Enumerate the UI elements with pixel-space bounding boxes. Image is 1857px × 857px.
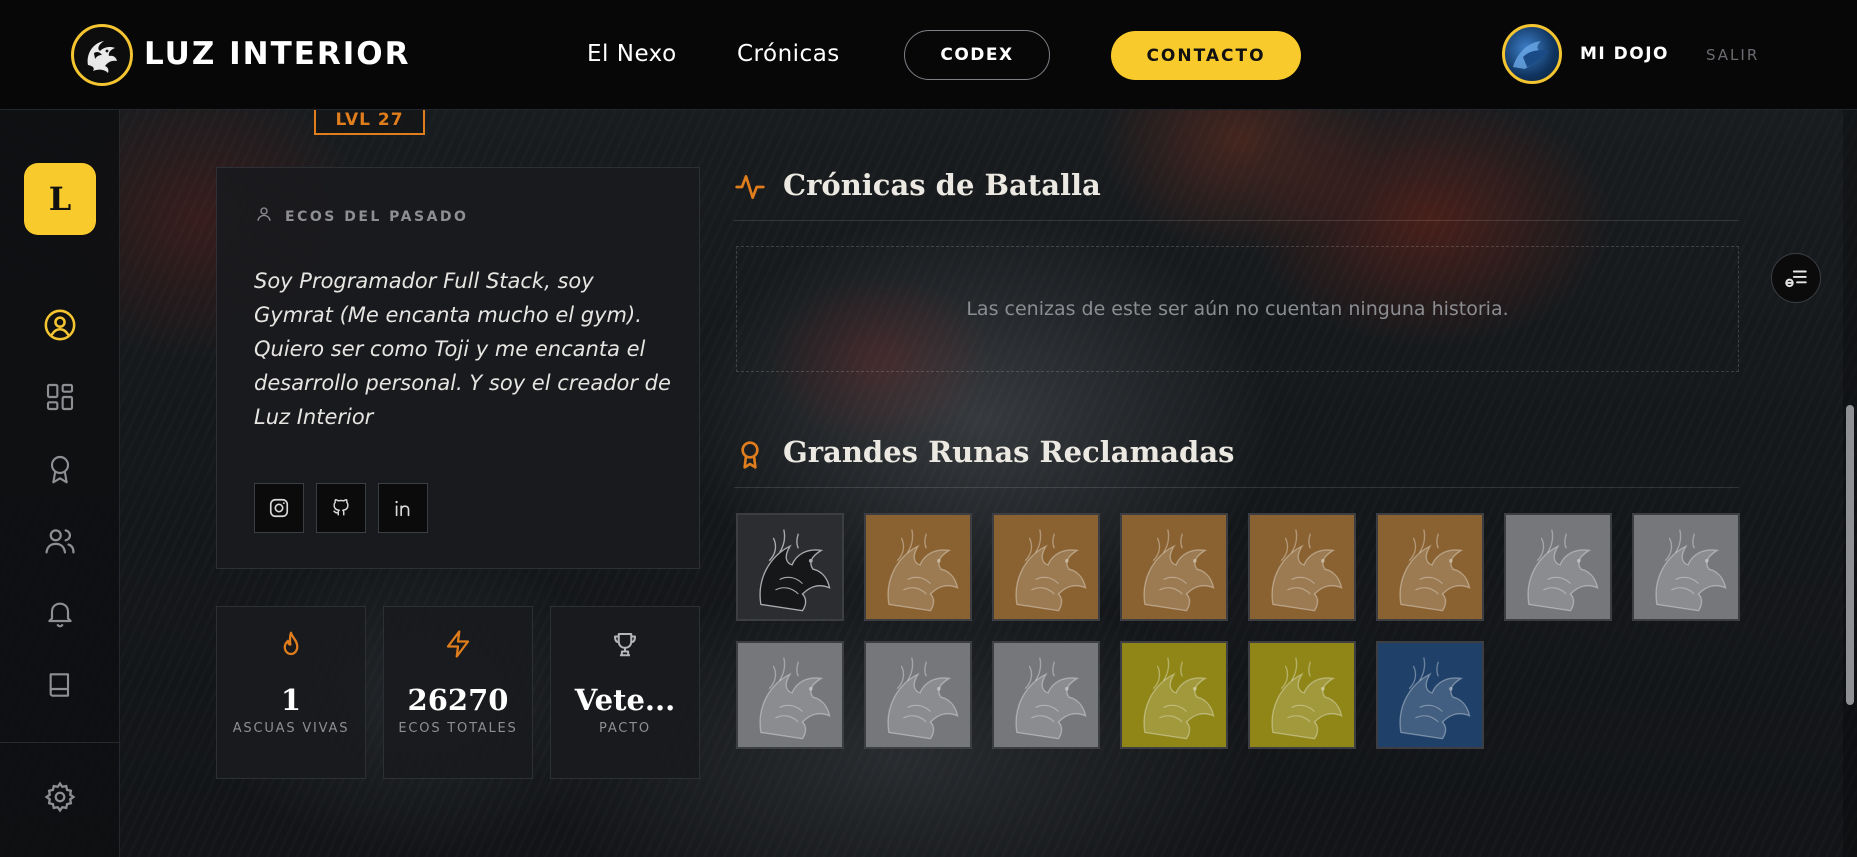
rune-badge-sapphire[interactable] [1376,641,1484,749]
stat-label: ECOS TOTALES [398,721,518,736]
rune-badge-bronze[interactable] [864,513,972,621]
stat-card-embers: 1 ASCUAS VIVAS [216,606,366,779]
stat-label: PACTO [599,721,651,736]
rune-badge-silver[interactable] [864,641,972,749]
rune-badge-gold[interactable] [1248,641,1356,749]
codex-button[interactable]: CODEX [904,30,1050,80]
filter-list-icon[interactable] [1771,253,1821,303]
rune-badge-silver[interactable] [1504,513,1612,621]
dragon-rune-icon [994,643,1098,747]
sidebar: L [0,110,120,857]
stat-value: 26270 [407,683,509,717]
dragon-rune-icon [1378,643,1482,747]
rune-badge-bronze[interactable] [1248,513,1356,621]
users-group-icon[interactable] [40,521,80,561]
section-divider [734,220,1739,221]
section-divider [734,487,1739,488]
flame-icon [217,629,365,659]
stat-value: 1 [280,683,302,717]
book-icon[interactable] [40,665,80,705]
lightning-icon [384,629,532,659]
user-outline-icon [255,205,273,228]
dragon-rune-icon [1506,515,1610,619]
bio-card: ECOS DEL PASADO Soy Programador Full Sta… [216,167,700,569]
stat-value: Vete... [574,683,676,717]
dragon-rune-icon [1634,515,1738,619]
rune-badge-silver[interactable] [992,641,1100,749]
sidebar-divider [0,742,120,743]
level-badge: LVL 27 [314,106,425,135]
rune-badge-bronze[interactable] [1376,513,1484,621]
stat-card-echoes: 26270 ECOS TOTALES [383,606,533,779]
chronicles-title: Crónicas de Batalla [783,168,1101,202]
dragon-rune-icon [738,515,842,619]
stat-card-pact: Vete... PACTO [550,606,700,779]
gear-icon[interactable] [40,777,80,817]
dragon-rune-icon [1378,515,1482,619]
rune-badge-bronze[interactable] [1120,513,1228,621]
sidebar-avatar[interactable]: L [24,163,96,235]
user-avatar[interactable] [1502,24,1562,84]
github-icon[interactable] [316,483,366,533]
my-dojo-link[interactable]: MI DOJO [1580,44,1669,64]
dragon-rune-icon [866,515,970,619]
rune-badge-obsidian[interactable] [736,513,844,621]
rune-badge-bronze[interactable] [992,513,1100,621]
bell-icon[interactable] [40,593,80,633]
activity-pulse-icon [734,171,766,208]
trophy-icon [551,629,699,659]
page-scrollbar[interactable] [1843,110,1857,857]
dragon-rune-icon [1122,643,1226,747]
medal-icon [734,438,766,475]
brand-name[interactable]: LUZ INTERIOR [144,36,411,72]
rune-badge-silver[interactable] [736,641,844,749]
bio-header: ECOS DEL PASADO [255,205,468,228]
rune-badge-silver[interactable] [1632,513,1740,621]
user-circle-icon[interactable] [40,305,80,345]
dragon-rune-icon [1122,515,1226,619]
logout-link[interactable]: SALIR [1706,46,1759,64]
linkedin-icon[interactable] [378,483,428,533]
dragon-rune-icon [866,643,970,747]
chronicles-empty-state: Las cenizas de este ser aún no cuentan n… [736,246,1739,372]
dragon-logo-icon[interactable] [71,24,133,86]
award-ribbon-icon[interactable] [40,449,80,489]
nav-link-nexo[interactable]: El Nexo [587,41,677,67]
dragon-rune-icon [1250,643,1354,747]
scrollbar-thumb[interactable] [1846,405,1854,705]
top-navigation-bar: LUZ INTERIOR El Nexo Crónicas CODEX CONT… [0,0,1857,110]
dragon-rune-icon [738,643,842,747]
nav-link-cronicas[interactable]: Crónicas [737,41,840,67]
runes-title: Grandes Runas Reclamadas [783,435,1235,469]
stat-label: ASCUAS VIVAS [232,721,350,736]
instagram-icon[interactable] [254,483,304,533]
bio-text: Soy Programador Full Stack, soy Gymrat (… [254,269,671,429]
dragon-rune-icon [1250,515,1354,619]
bio-label: ECOS DEL PASADO [285,208,469,225]
contact-button[interactable]: CONTACTO [1111,31,1301,80]
rune-badge-gold[interactable] [1120,641,1228,749]
dashboard-grid-icon[interactable] [40,377,80,417]
dragon-rune-icon [994,515,1098,619]
